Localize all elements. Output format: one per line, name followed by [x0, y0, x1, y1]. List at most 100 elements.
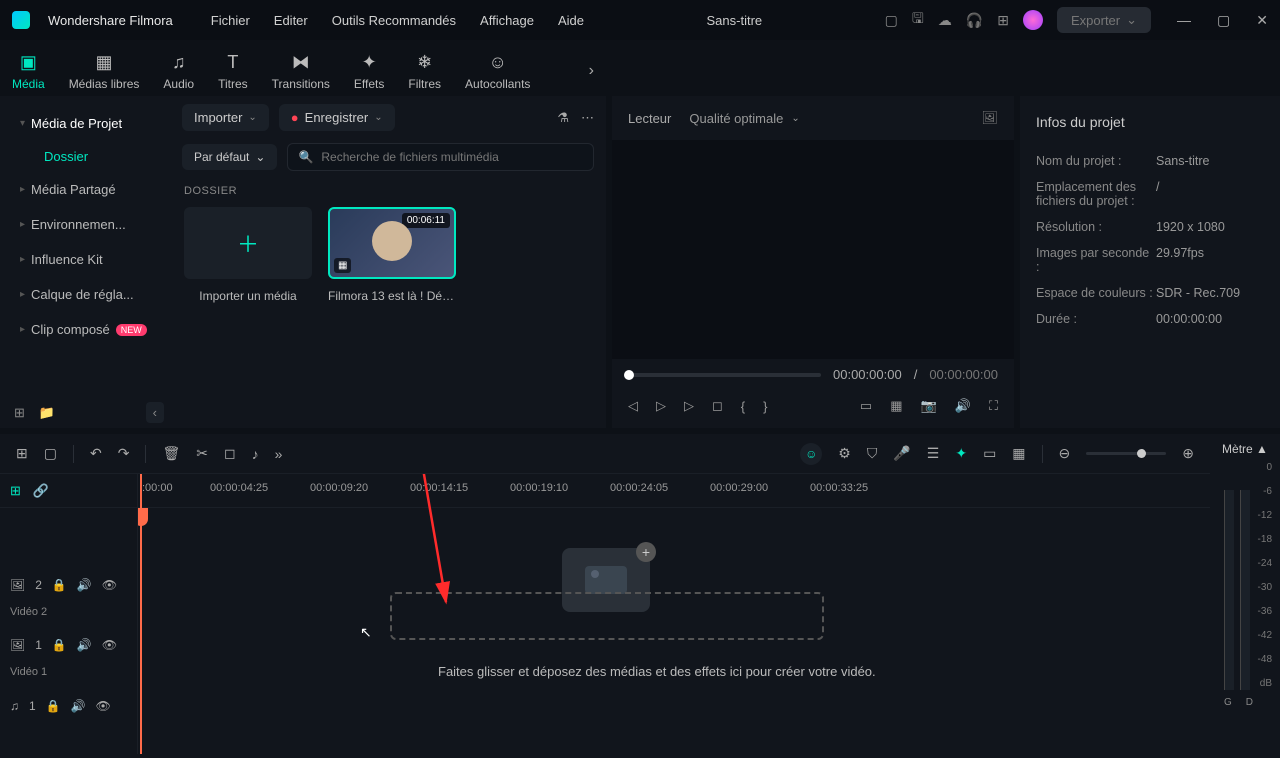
scrub-slider[interactable]	[628, 373, 821, 377]
layout-icon[interactable]: ⊞	[16, 445, 28, 462]
sidebar-item-shared-media[interactable]: ▸Média Partagé	[8, 172, 162, 207]
zoom-out-button[interactable]: ⊖	[1059, 445, 1071, 462]
snapshot-button[interactable]: 📷	[921, 398, 937, 414]
mute-icon[interactable]: 🔊	[71, 699, 86, 713]
sort-select[interactable]: Par défaut⌄	[182, 144, 277, 170]
record-button[interactable]: ●Enregistrer⌄	[279, 104, 395, 131]
app-logo	[12, 11, 30, 29]
player-label[interactable]: Lecteur	[628, 111, 671, 126]
import-media-tile[interactable]: ＋	[184, 207, 312, 279]
lock-icon[interactable]: 🔒	[52, 578, 67, 592]
grid2-icon[interactable]: ▦	[1012, 445, 1025, 462]
close-button[interactable]: ✕	[1256, 12, 1268, 29]
eye-icon[interactable]: 👁	[96, 699, 111, 713]
next-frame-button[interactable]: ▷	[684, 398, 694, 414]
device-icon[interactable]: ▢	[885, 12, 898, 29]
tab-transitions[interactable]: ⧓Transitions	[272, 52, 330, 91]
cloud-icon[interactable]: ☁	[938, 12, 952, 29]
mark-out-button[interactable]: }	[763, 399, 767, 414]
eye-icon[interactable]: 👁	[102, 638, 117, 652]
undo-button[interactable]: ↶	[90, 445, 102, 462]
menu-view[interactable]: Affichage	[480, 13, 534, 28]
headset-icon[interactable]: 🎧	[966, 12, 983, 29]
menu-edit[interactable]: Editer	[274, 13, 308, 28]
quality-select[interactable]: Qualité optimale⌄	[689, 111, 799, 126]
tab-effects[interactable]: ✦Effets	[354, 52, 384, 91]
lock-icon[interactable]: 🔒	[46, 699, 61, 713]
music-button[interactable]: ♪	[252, 446, 259, 462]
grid-icon[interactable]: ⊞	[997, 12, 1009, 29]
stop-button[interactable]: ◻	[712, 398, 723, 414]
sidebar-sub-folder[interactable]: Dossier	[8, 141, 162, 172]
more-options-icon[interactable]: ⋯	[581, 110, 594, 126]
zoom-slider[interactable]	[1086, 452, 1166, 455]
mark-in-button[interactable]: {	[741, 399, 745, 414]
search-input[interactable]: 🔍 Recherche de fichiers multimédia	[287, 143, 594, 171]
shield-icon[interactable]: ⛉	[867, 445, 878, 462]
redo-button[interactable]: ↷	[118, 445, 130, 462]
split-button[interactable]: ✂	[196, 445, 208, 462]
lock-icon[interactable]: 🔒	[52, 638, 67, 652]
track-header-video1[interactable]: 🖼1 🔒 🔊 👁 Vidéo 1	[0, 636, 137, 680]
ai-button[interactable]: ☺	[800, 443, 822, 465]
tab-stickers[interactable]: ☺Autocollants	[465, 52, 530, 91]
sidebar-item-influence-kit[interactable]: ▸Influence Kit	[8, 242, 162, 277]
picture-icon[interactable]: 🖼	[981, 110, 998, 126]
filter-icon[interactable]: ⚗	[557, 110, 569, 126]
new-folder-icon[interactable]: ⊞	[14, 405, 25, 421]
sidebar-item-environment[interactable]: ▸Environnemen...	[8, 207, 162, 242]
playhead[interactable]	[140, 474, 142, 754]
link-icon[interactable]: 🔗	[33, 483, 49, 499]
mic-icon[interactable]: 🎤	[893, 445, 910, 462]
mute-icon[interactable]: 🔊	[77, 578, 92, 592]
aspect-button[interactable]: ▭	[860, 398, 872, 414]
volume-button[interactable]: 🔊	[955, 398, 971, 414]
menu-help[interactable]: Aide	[558, 13, 584, 28]
tab-stock[interactable]: ▦Médias libres	[69, 52, 140, 91]
export-button[interactable]: Exporter ⌄	[1057, 7, 1151, 33]
import-button[interactable]: Importer⌄	[182, 104, 269, 131]
eye-icon[interactable]: 👁	[102, 578, 117, 592]
timeline-ruler[interactable]: :00:00 00:00:04:25 00:00:09:20 00:00:14:…	[138, 474, 1210, 508]
drop-zone[interactable]	[390, 592, 824, 640]
menu-tools[interactable]: Outils Recommandés	[332, 13, 456, 28]
meter-label[interactable]: Mètre ▲	[1214, 442, 1276, 462]
delete-button[interactable]: 🗑	[162, 445, 180, 462]
tab-audio[interactable]: ♫Audio	[163, 52, 194, 91]
marker-icon[interactable]: ✦	[955, 445, 967, 462]
tab-media[interactable]: ▣Média	[12, 52, 45, 91]
zoom-in-button[interactable]: ⊕	[1182, 445, 1194, 462]
mute-icon[interactable]: 🔊	[77, 638, 92, 652]
play-button[interactable]: ▷	[656, 398, 666, 414]
timeline-tracks[interactable]: :00:00 00:00:04:25 00:00:09:20 00:00:14:…	[138, 474, 1210, 754]
add-track-icon[interactable]: ⊞	[10, 483, 21, 499]
gear-icon[interactable]: ⚙	[838, 445, 851, 462]
sidebar-item-compound-clip[interactable]: ▸Clip composéNEW	[8, 312, 162, 347]
track-header-video2[interactable]: 🖼2 🔒 🔊 👁 Vidéo 2	[0, 576, 137, 620]
sidebar-item-adjustment-layer[interactable]: ▸Calque de régla...	[8, 277, 162, 312]
folder-icon[interactable]: 📁	[39, 405, 55, 421]
folder-section-label: DOSSIER	[176, 181, 600, 207]
minimize-button[interactable]: —	[1177, 12, 1191, 28]
tabs-more-button[interactable]: ›	[589, 62, 594, 80]
menu-file[interactable]: Fichier	[211, 13, 250, 28]
save-icon[interactable]: 🖫	[912, 8, 924, 32]
project-title: Sans-titre	[602, 13, 867, 28]
collapse-sidebar-button[interactable]: ‹	[146, 402, 164, 423]
media-clip-thumbnail[interactable]: 00:06:11 ▦	[328, 207, 456, 279]
sidebar-item-project-media[interactable]: ▾Média de Projet	[8, 106, 162, 141]
user-avatar[interactable]	[1023, 10, 1043, 30]
select-tool-icon[interactable]: ▢	[44, 445, 57, 462]
track-header-audio1[interactable]: ♫1 🔒 🔊 👁	[0, 684, 137, 728]
tab-titles[interactable]: TTitres	[218, 52, 248, 91]
list-icon[interactable]: ☰	[927, 445, 940, 462]
fullscreen-button[interactable]: ⛶	[989, 398, 998, 414]
preview-viewport[interactable]	[612, 140, 1014, 359]
prev-frame-button[interactable]: ◁	[628, 398, 638, 414]
crop-tool-button[interactable]: ◻	[224, 445, 236, 462]
tab-filters[interactable]: ❄Filtres	[408, 52, 441, 91]
more-tools-button[interactable]: »	[275, 446, 283, 462]
crop-button[interactable]: ▦	[890, 398, 902, 414]
maximize-button[interactable]: ▢	[1217, 12, 1230, 29]
rect-icon[interactable]: ▭	[983, 445, 996, 462]
